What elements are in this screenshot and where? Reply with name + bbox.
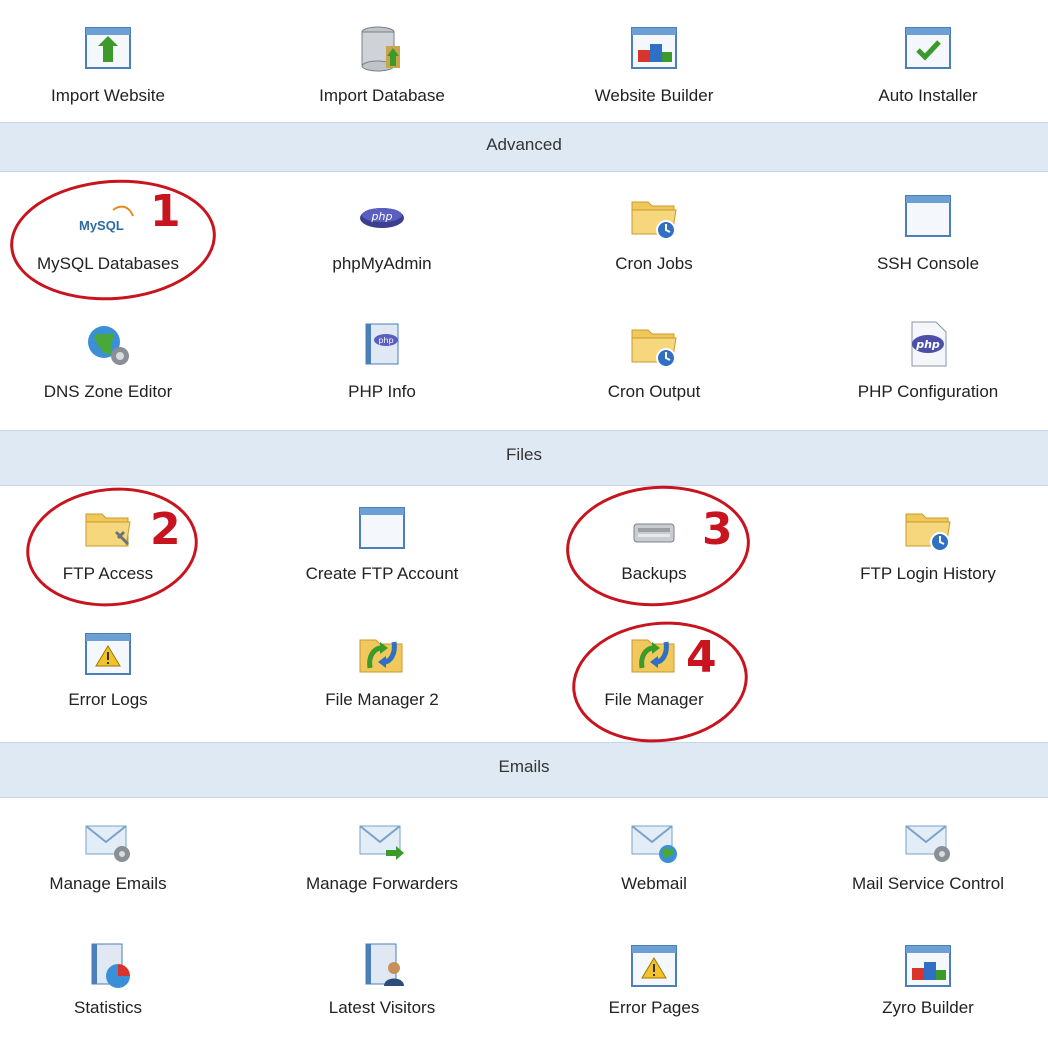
cron-folder-icon xyxy=(628,190,680,242)
phpmyadmin-icon: php xyxy=(356,190,408,242)
tile-cron-jobs[interactable]: Cron Jobs xyxy=(539,190,769,300)
manage-emails-icon xyxy=(82,814,134,866)
tile-ftp-access[interactable]: FTP Access xyxy=(0,502,223,612)
section-header-advanced: Advanced xyxy=(0,122,1048,172)
latest-visitors-icon xyxy=(356,940,408,992)
tile-label: PHP Configuration xyxy=(857,382,999,401)
tile-label: Statistics xyxy=(73,998,143,1017)
tile-label: Manage Emails xyxy=(49,874,167,893)
tile-dns-zone-editor[interactable]: DNS Zone Editor xyxy=(0,318,223,428)
svg-text:php: php xyxy=(371,210,393,223)
create-ftp-window-icon xyxy=(356,502,408,554)
tile-file-manager-2[interactable]: File Manager 2 xyxy=(267,628,497,738)
tile-ssh-console[interactable]: SSH Console xyxy=(813,190,1043,300)
section-header-emails: Emails xyxy=(0,742,1048,798)
tile-label: SSH Console xyxy=(876,254,980,273)
webmail-icon xyxy=(628,814,680,866)
tile-label: Manage Forwarders xyxy=(305,874,459,893)
tile-label: phpMyAdmin xyxy=(332,254,432,273)
tile-phpmyadmin[interactable]: php phpMyAdmin xyxy=(267,190,497,300)
tile-label: File Manager 2 xyxy=(325,690,439,709)
tile-mail-service-control[interactable]: Mail Service Control xyxy=(813,814,1043,924)
forwarders-icon xyxy=(356,814,408,866)
tile-zyro-builder[interactable]: Zyro Builder xyxy=(813,940,1043,1050)
tile-mysql-databases[interactable]: MySQL MySQL Databases xyxy=(0,190,223,300)
annotation-number-4: 4 xyxy=(686,632,717,683)
website-builder-icon xyxy=(628,22,680,74)
tile-label: Cron Output xyxy=(607,382,701,401)
annotation-number-3: 3 xyxy=(702,504,733,555)
file-manager-2-icon xyxy=(356,628,408,680)
tile-backups[interactable]: Backups xyxy=(539,502,769,612)
file-manager-icon xyxy=(628,628,680,680)
tile-label: Zyro Builder xyxy=(882,998,974,1017)
tile-create-ftp-account[interactable]: Create FTP Account xyxy=(267,502,497,612)
tile-website-builder[interactable]: Website Builder xyxy=(539,22,769,132)
section-title: Advanced xyxy=(486,135,562,154)
tile-label: Auto Installer xyxy=(878,86,978,105)
error-pages-icon xyxy=(628,940,680,992)
import-database-icon xyxy=(356,22,408,74)
backup-drive-icon xyxy=(628,502,680,554)
tile-file-manager[interactable]: File Manager xyxy=(539,628,769,738)
tile-label: Webmail xyxy=(621,874,687,893)
tile-manage-emails[interactable]: Manage Emails xyxy=(0,814,223,924)
tile-label: FTP Login History xyxy=(860,564,996,583)
ssh-window-icon xyxy=(902,190,954,242)
tile-php-info[interactable]: php PHP Info xyxy=(267,318,497,428)
tile-label: Import Database xyxy=(319,86,445,105)
auto-installer-icon xyxy=(902,22,954,74)
cron-output-folder-icon xyxy=(628,318,680,370)
tile-cron-output[interactable]: Cron Output xyxy=(539,318,769,428)
tile-label: Mail Service Control xyxy=(851,874,1005,893)
section-title: Emails xyxy=(498,757,550,776)
tile-label: PHP Info xyxy=(348,382,416,401)
tile-php-configuration[interactable]: php PHP Configuration xyxy=(813,318,1043,428)
error-logs-icon xyxy=(82,628,134,680)
tile-webmail[interactable]: Webmail xyxy=(539,814,769,924)
tile-latest-visitors[interactable]: Latest Visitors xyxy=(267,940,497,1050)
tile-label: File Manager xyxy=(604,690,704,709)
tile-label: FTP Access xyxy=(62,564,154,583)
annotation-number-2: 2 xyxy=(150,504,181,555)
tile-auto-installer[interactable]: Auto Installer xyxy=(813,22,1043,132)
php-config-icon: php xyxy=(902,318,954,370)
php-info-icon: php xyxy=(356,318,408,370)
mail-service-icon xyxy=(902,814,954,866)
tile-label: Backups xyxy=(621,564,687,583)
zyro-builder-icon xyxy=(902,940,954,992)
tile-label: Error Logs xyxy=(68,690,148,709)
section-header-files: Files xyxy=(0,430,1048,486)
ftp-folder-icon xyxy=(82,502,134,554)
tile-manage-forwarders[interactable]: Manage Forwarders xyxy=(267,814,497,924)
svg-text:php: php xyxy=(378,336,393,345)
ftp-history-folder-icon xyxy=(902,502,954,554)
tile-import-database[interactable]: Import Database xyxy=(267,22,497,132)
tile-label: DNS Zone Editor xyxy=(43,382,173,401)
tile-label: Create FTP Account xyxy=(305,564,459,583)
tile-label: Error Pages xyxy=(608,998,700,1017)
tile-label: Latest Visitors xyxy=(328,998,436,1017)
mysql-logo-text: MySQL xyxy=(79,218,124,233)
dns-globe-icon xyxy=(82,318,134,370)
mysql-icon: MySQL xyxy=(73,190,143,242)
tile-statistics[interactable]: Statistics xyxy=(0,940,223,1050)
tile-label: Website Builder xyxy=(594,86,714,105)
import-website-icon xyxy=(82,22,134,74)
tile-import-website[interactable]: Import Website xyxy=(0,22,223,132)
tile-ftp-login-history[interactable]: FTP Login History xyxy=(813,502,1043,612)
section-title: Files xyxy=(506,445,542,464)
tile-label: Import Website xyxy=(50,86,165,105)
svg-text:php: php xyxy=(915,338,940,351)
tile-label: MySQL Databases xyxy=(36,254,180,273)
statistics-icon xyxy=(82,940,134,992)
annotation-number-1: 1 xyxy=(150,186,181,237)
tile-error-logs[interactable]: Error Logs xyxy=(0,628,223,738)
tile-error-pages[interactable]: Error Pages xyxy=(539,940,769,1050)
tile-label: Cron Jobs xyxy=(615,254,693,273)
